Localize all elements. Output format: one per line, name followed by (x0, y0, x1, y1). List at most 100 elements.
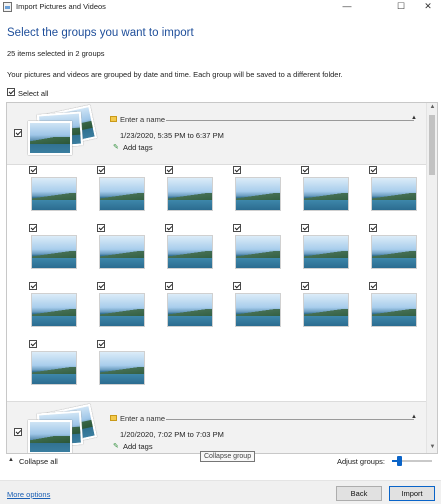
photo-checkbox[interactable] (29, 340, 37, 348)
chevron-up-icon[interactable]: ▲ (411, 414, 417, 420)
chevron-up-icon[interactable]: ▲ (411, 115, 417, 121)
photo-tile[interactable] (97, 282, 147, 334)
photo-checkbox[interactable] (29, 282, 37, 290)
photo-thumbnail[interactable] (303, 177, 349, 211)
photo-tile[interactable] (29, 282, 79, 334)
photo-thumbnail[interactable] (371, 293, 417, 327)
photo-thumbnail[interactable] (167, 235, 213, 269)
photo-checkbox[interactable] (301, 282, 309, 290)
photo-tile[interactable] (233, 224, 283, 276)
photo-checkbox[interactable] (97, 224, 105, 232)
add-tags-link[interactable]: Add tags (123, 143, 153, 152)
photo-checkbox[interactable] (369, 224, 377, 232)
photo-checkbox[interactable] (165, 224, 173, 232)
scrollbar-thumb[interactable] (429, 115, 435, 175)
select-all-label: Select all (18, 89, 49, 98)
adjust-groups-label: Adjust groups: (337, 457, 385, 466)
photo-tile[interactable] (233, 166, 283, 218)
folder-icon (110, 116, 117, 122)
photo-tile[interactable] (97, 340, 147, 392)
back-button[interactable]: Back (336, 486, 382, 501)
photo-tile[interactable] (165, 282, 215, 334)
stack-photo (28, 121, 72, 155)
photo-thumbnail[interactable] (31, 235, 77, 269)
slider-thumb[interactable] (397, 456, 403, 466)
tag-icon: ✎ (113, 443, 119, 450)
photo-checkbox[interactable] (97, 166, 105, 174)
app-icon (3, 2, 12, 12)
group-list[interactable]: Enter a name ▲ 1/23/2020, 5:35 PM to 6:3… (6, 102, 438, 454)
window-title: Import Pictures and Videos (16, 2, 106, 11)
title-bar: Import Pictures and Videos — ☐ ✕ (0, 0, 441, 14)
group-thumbnail-stack (24, 104, 104, 163)
photo-tile[interactable] (165, 166, 215, 218)
photo-tile[interactable] (97, 166, 147, 218)
photo-tile[interactable] (301, 166, 351, 218)
photo-checkbox[interactable] (233, 224, 241, 232)
photo-thumbnail[interactable] (99, 351, 145, 385)
maximize-button[interactable]: ☐ (388, 0, 414, 14)
scroll-up-icon[interactable]: ▲ (429, 104, 436, 112)
photo-thumbnail[interactable] (167, 293, 213, 327)
photo-tile[interactable] (369, 224, 419, 276)
photo-checkbox[interactable] (301, 166, 309, 174)
add-tags-link[interactable]: Add tags (123, 442, 153, 451)
photo-thumbnail[interactable] (99, 235, 145, 269)
vertical-scrollbar[interactable]: ▲ ▼ (426, 103, 437, 453)
group-name-field[interactable]: Enter a name (120, 414, 165, 423)
import-button[interactable]: Import (389, 486, 435, 501)
description-text: Your pictures and videos are grouped by … (7, 70, 343, 79)
photo-tile[interactable] (369, 282, 419, 334)
adjust-groups-slider[interactable] (392, 456, 432, 466)
photo-thumbnail[interactable] (371, 235, 417, 269)
photo-thumbnail[interactable] (235, 235, 281, 269)
photo-checkbox[interactable] (97, 340, 105, 348)
photo-tile[interactable] (301, 224, 351, 276)
close-button[interactable]: ✕ (415, 0, 441, 14)
photo-checkbox[interactable] (29, 224, 37, 232)
collapse-all-label: Collapse all (19, 457, 58, 466)
scroll-down-icon[interactable]: ▼ (429, 444, 436, 452)
photo-tile[interactable] (97, 224, 147, 276)
photo-thumbnail[interactable] (167, 177, 213, 211)
photo-tile[interactable] (29, 340, 79, 392)
photo-thumbnail[interactable] (235, 293, 281, 327)
photo-tile[interactable] (29, 166, 79, 218)
photo-tile[interactable] (369, 166, 419, 218)
selected-count: 25 items selected in 2 groups (7, 49, 105, 58)
more-options-link[interactable]: More options (7, 490, 50, 499)
group-checkbox[interactable] (14, 129, 22, 137)
group-checkbox[interactable] (14, 428, 22, 436)
photo-checkbox[interactable] (29, 166, 37, 174)
photo-tile[interactable] (165, 224, 215, 276)
photo-thumbnail[interactable] (371, 177, 417, 211)
photo-tile[interactable] (233, 282, 283, 334)
name-underline (166, 419, 414, 420)
photo-thumbnail[interactable] (31, 177, 77, 211)
photo-checkbox[interactable] (233, 166, 241, 174)
stack-photo (28, 420, 72, 453)
photo-checkbox[interactable] (301, 224, 309, 232)
photo-thumbnail[interactable] (31, 351, 77, 385)
photo-checkbox[interactable] (369, 166, 377, 174)
photo-checkbox[interactable] (233, 282, 241, 290)
group-header[interactable]: Enter a name ▲ 1/23/2020, 5:35 PM to 6:3… (7, 103, 427, 165)
group-name-field[interactable]: Enter a name (120, 115, 165, 124)
photo-checkbox[interactable] (165, 282, 173, 290)
photo-checkbox[interactable] (97, 282, 105, 290)
minimize-button[interactable]: — (334, 0, 360, 14)
footer: More options Back Import (0, 480, 441, 504)
tooltip: Collapse group (200, 451, 256, 462)
photo-thumbnail[interactable] (235, 177, 281, 211)
photo-tile[interactable] (301, 282, 351, 334)
photo-thumbnail[interactable] (99, 177, 145, 211)
photo-checkbox[interactable] (369, 282, 377, 290)
photo-tile[interactable] (29, 224, 79, 276)
photo-thumbnail[interactable] (99, 293, 145, 327)
group-header[interactable]: Enter a name ▲ 1/20/2020, 7:02 PM to 7:0… (7, 401, 427, 453)
photo-thumbnail[interactable] (303, 293, 349, 327)
photo-thumbnail[interactable] (303, 235, 349, 269)
photo-thumbnail[interactable] (31, 293, 77, 327)
checkbox-icon[interactable] (7, 88, 15, 96)
photo-checkbox[interactable] (165, 166, 173, 174)
